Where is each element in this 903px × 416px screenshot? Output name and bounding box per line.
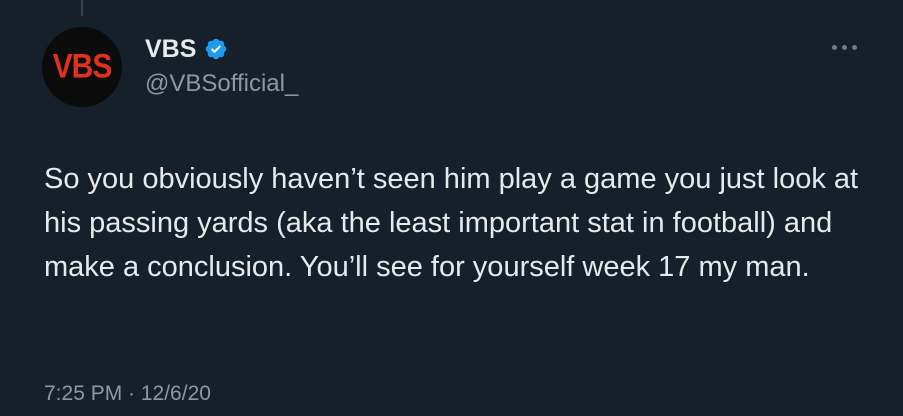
avatar[interactable]: VBS [42, 27, 122, 107]
verified-badge-icon [206, 38, 227, 60]
tweet-timestamp[interactable]: 7:25 PM · 12/6/20 [44, 382, 211, 406]
user-handle[interactable]: @VBSofficial_ [145, 70, 298, 98]
more-options-icon[interactable] [832, 45, 857, 50]
more-dot [832, 45, 837, 50]
more-dot [842, 45, 847, 50]
display-name[interactable]: VBS [145, 35, 196, 64]
name-row: VBS [145, 34, 298, 64]
avatar-logo-text: VBS [52, 47, 113, 86]
thread-connector-line [81, 0, 83, 16]
tweet-text: So you obviously haven’t seen him play a… [44, 163, 859, 283]
more-dot [852, 45, 857, 50]
tweet: VBS VBS @VBSofficial_ So you obviously h… [0, 0, 903, 416]
tweet-header: VBS @VBSofficial_ [145, 34, 298, 98]
